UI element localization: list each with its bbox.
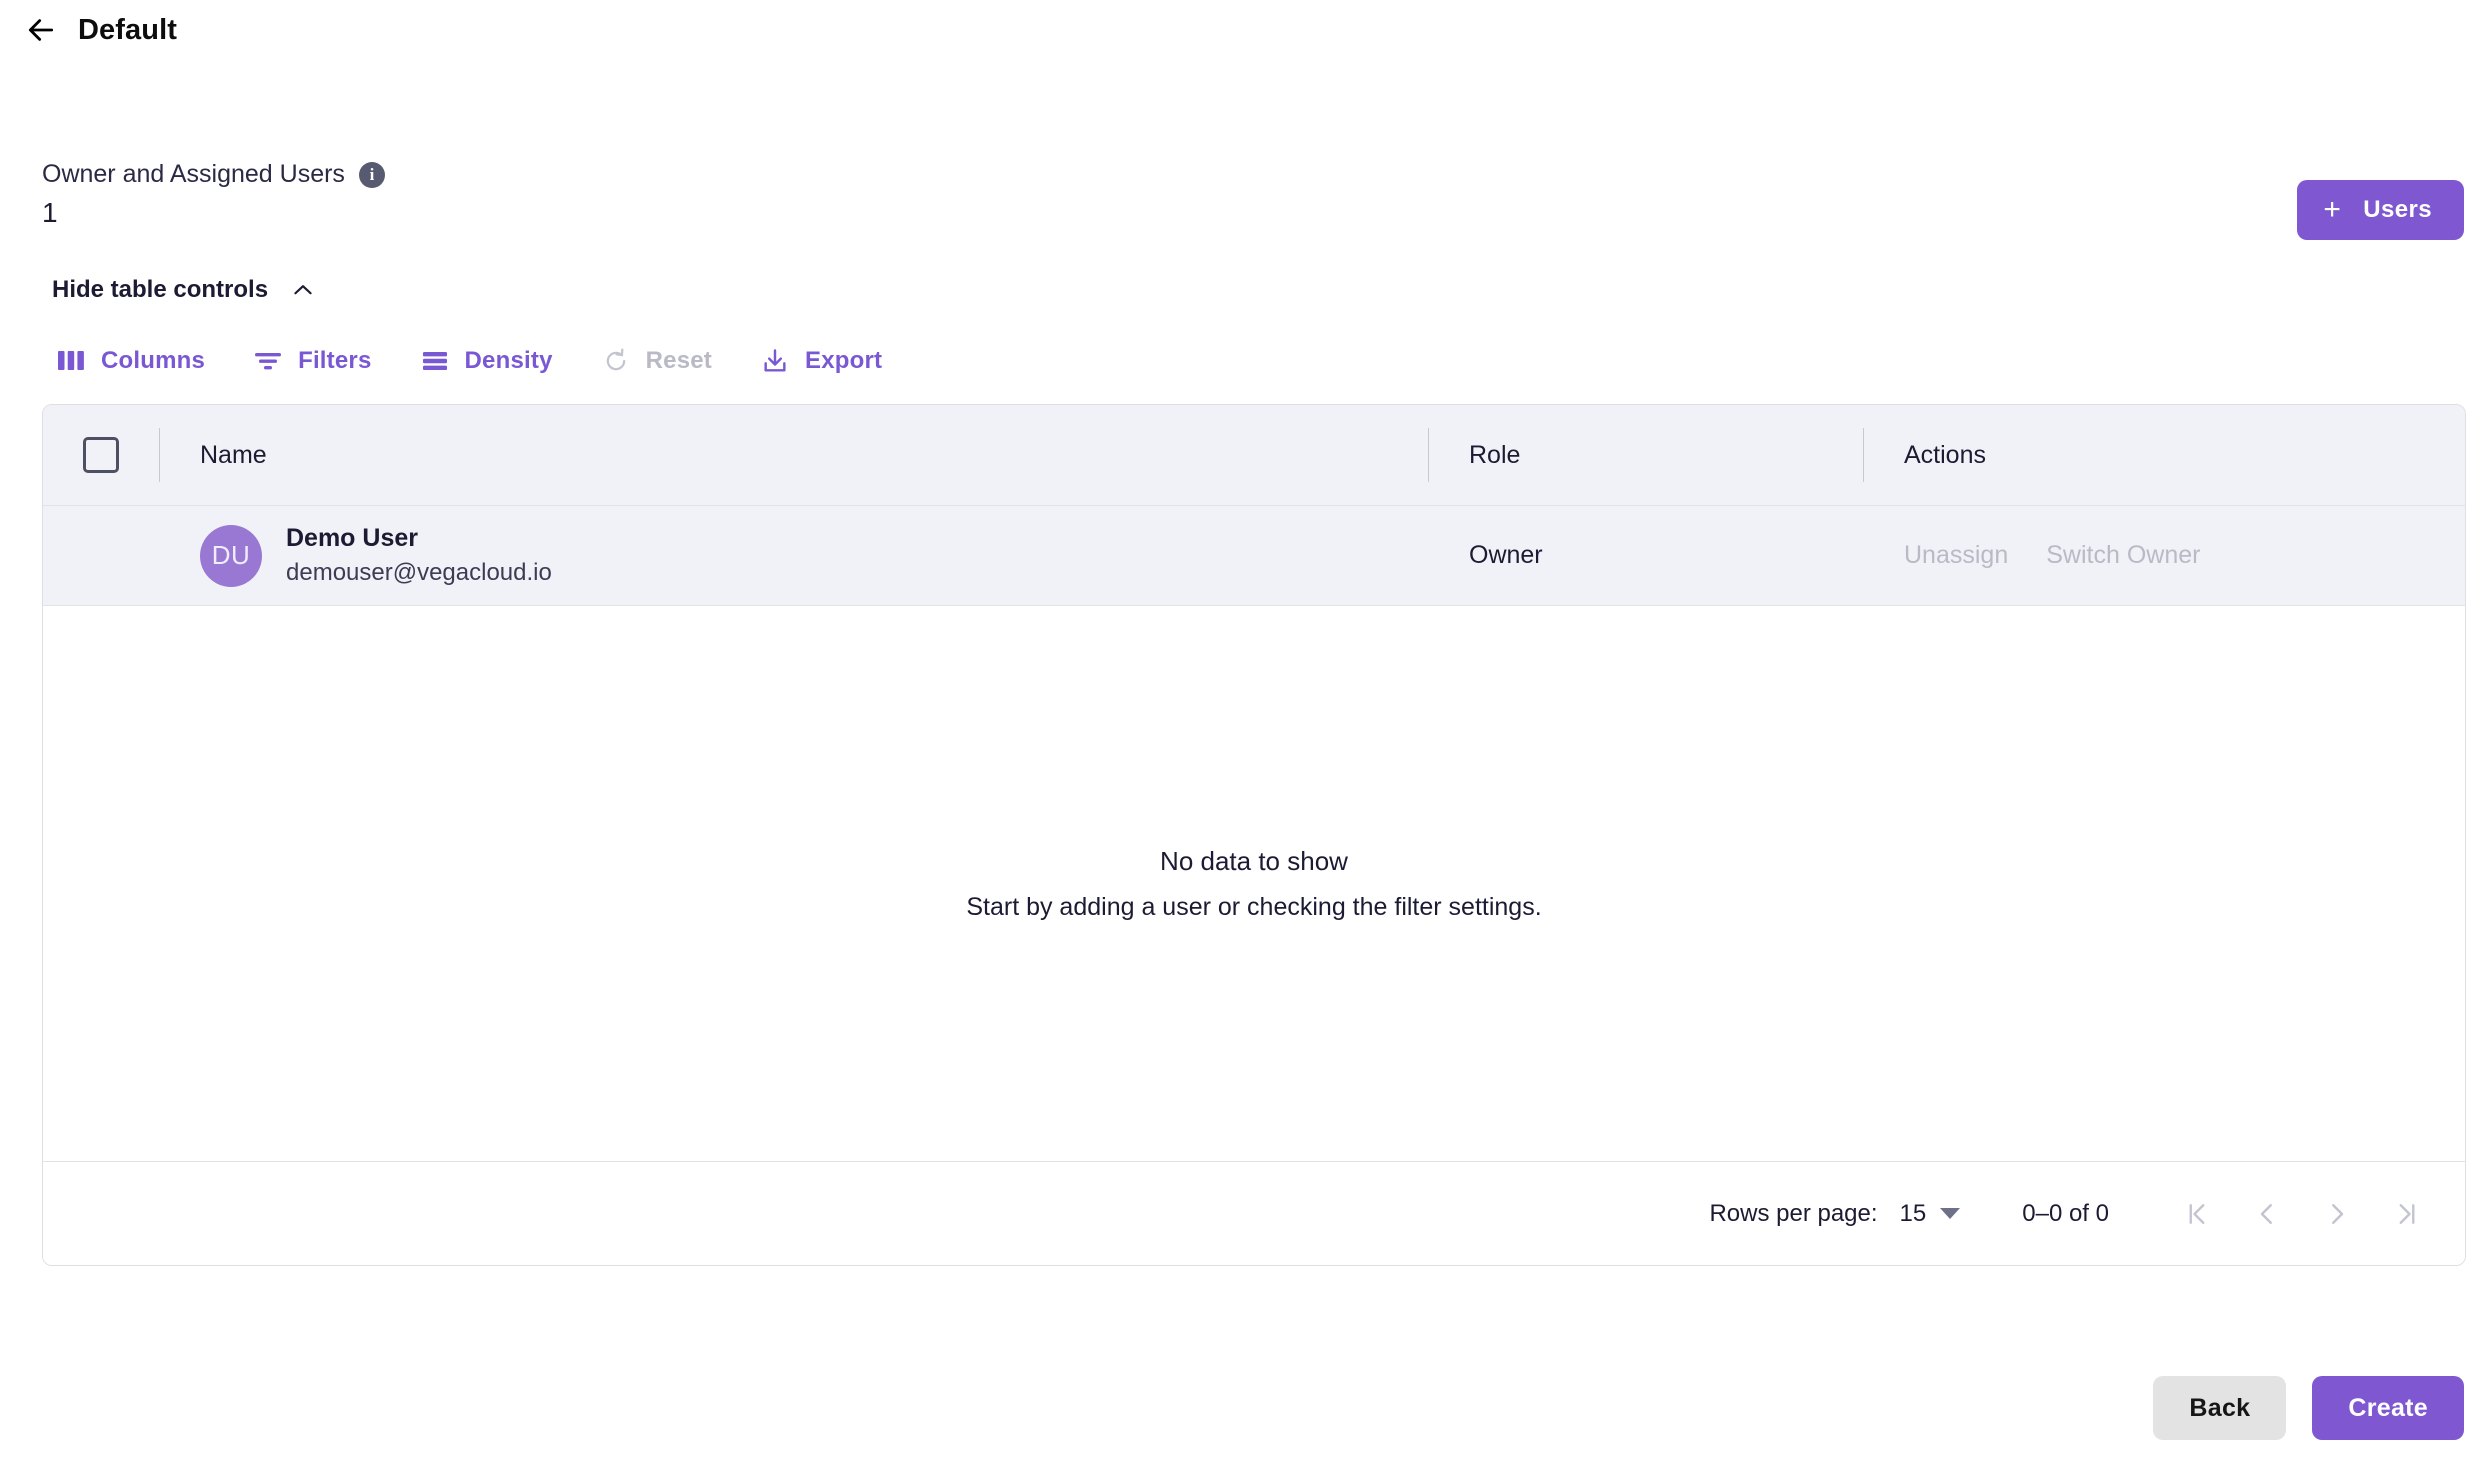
last-page-icon[interactable]: [2381, 1188, 2433, 1240]
rows-per-page-value: 15: [1899, 1199, 1927, 1227]
filters-button[interactable]: Filters: [239, 342, 389, 380]
back-button[interactable]: Back: [2153, 1376, 2287, 1440]
back-arrow-icon[interactable]: [22, 11, 60, 49]
empty-state-title: No data to show: [1160, 845, 1348, 876]
export-icon: [760, 346, 790, 376]
user-text-block: Demo User demouser@vegacloud.io: [286, 524, 552, 587]
add-users-button[interactable]: + Users: [2297, 180, 2464, 240]
footer-actions: Back Create: [2153, 1376, 2464, 1440]
avatar: DU: [200, 524, 262, 587]
rows-per-page-label: Rows per page:: [1709, 1199, 1878, 1227]
role-value: Owner: [1469, 541, 1543, 569]
reset-label: Reset: [645, 347, 712, 374]
reset-icon: [601, 346, 631, 376]
columns-label: Columns: [101, 347, 206, 374]
page-root: Default Owner and Assigned Users i 1 Hid…: [0, 0, 2486, 1482]
page-header: Default: [22, 8, 177, 52]
pagination-range: 0–0 of 0: [2022, 1199, 2109, 1227]
header-label-name: Name: [200, 440, 267, 469]
header-label-role: Role: [1469, 440, 1521, 469]
hide-table-controls-label: Hide table controls: [52, 276, 269, 303]
info-icon[interactable]: i: [358, 161, 385, 188]
filters-icon: [253, 346, 283, 376]
hide-table-controls-toggle[interactable]: Hide table controls: [52, 272, 316, 308]
summary-block: Owner and Assigned Users i 1: [42, 160, 385, 229]
row-cell-actions: Unassign Switch Owner: [1864, 541, 2465, 570]
summary-count: 1: [42, 197, 58, 228]
filters-label: Filters: [298, 347, 372, 374]
header-cell-name[interactable]: Name: [160, 441, 1428, 470]
switch-owner-button[interactable]: Switch Owner: [2046, 541, 2200, 570]
rows-per-page-select[interactable]: 15: [1900, 1200, 1961, 1228]
empty-state-subtitle: Start by adding a user or checking the f…: [966, 892, 1542, 921]
table-header-row: Name Role Actions: [43, 405, 2465, 506]
empty-state: No data to show Start by adding a user o…: [43, 606, 2465, 1161]
header-cell-actions: Actions: [1864, 441, 2465, 470]
summary-label: Owner and Assigned Users: [42, 160, 345, 188]
user-identity: DU Demo User demouser@vegacloud.io: [200, 524, 1428, 587]
next-page-icon[interactable]: [2311, 1188, 2363, 1240]
user-email: demouser@vegacloud.io: [286, 559, 552, 586]
previous-page-icon[interactable]: [2241, 1188, 2293, 1240]
reset-button[interactable]: Reset: [587, 342, 730, 380]
chevron-down-icon: [1940, 1208, 1961, 1219]
summary-label-row: Owner and Assigned Users i: [42, 160, 385, 189]
chevron-up-icon: [290, 277, 316, 303]
columns-icon: [56, 346, 86, 376]
export-button[interactable]: Export: [746, 342, 900, 380]
density-icon: [420, 346, 450, 376]
row-actions: Unassign Switch Owner: [1904, 541, 2465, 570]
table-toolbar: Columns Filters Density Reset Export: [42, 338, 900, 384]
header-cell-role[interactable]: Role: [1429, 441, 1863, 470]
plus-icon: +: [2323, 193, 2342, 226]
header-label-actions: Actions: [1904, 440, 1986, 469]
density-button[interactable]: Density: [406, 342, 571, 380]
unassign-button[interactable]: Unassign: [1904, 541, 2008, 570]
create-button[interactable]: Create: [2312, 1376, 2464, 1440]
page-title: Default: [78, 13, 177, 46]
columns-button[interactable]: Columns: [42, 342, 223, 380]
first-page-icon[interactable]: [2171, 1188, 2223, 1240]
select-all-checkbox[interactable]: [83, 437, 119, 473]
export-label: Export: [805, 347, 883, 374]
row-cell-name: DU Demo User demouser@vegacloud.io: [160, 524, 1428, 587]
table-pagination: Rows per page: 15 0–0 of 0: [43, 1161, 2465, 1265]
pagination-buttons: [2171, 1188, 2433, 1240]
select-all-cell: [43, 437, 159, 473]
add-users-label: Users: [2363, 196, 2432, 223]
density-label: Density: [464, 347, 553, 374]
table-row[interactable]: DU Demo User demouser@vegacloud.io Owner…: [43, 506, 2465, 606]
user-name: Demo User: [286, 524, 418, 552]
row-cell-role: Owner: [1429, 541, 1863, 570]
users-table: Name Role Actions DU Demo User demouser@…: [42, 404, 2466, 1266]
